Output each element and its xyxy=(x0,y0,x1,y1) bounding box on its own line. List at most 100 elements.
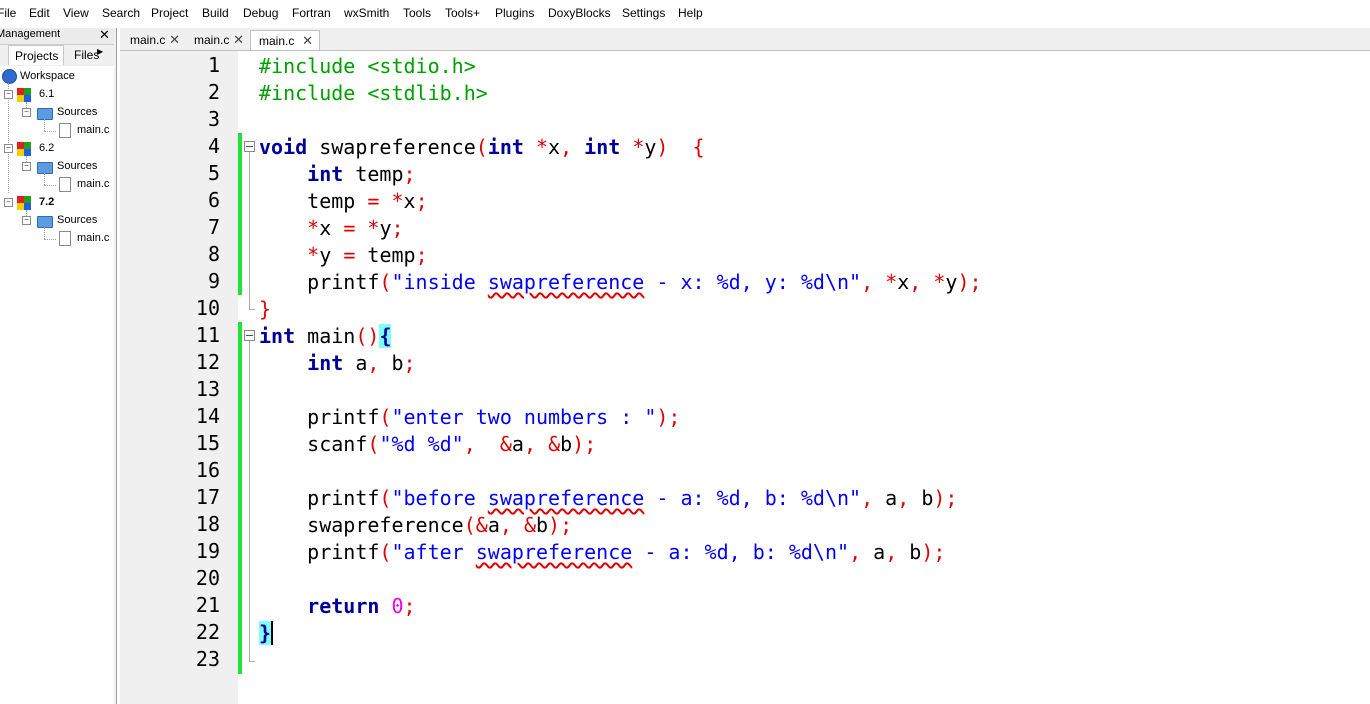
close-icon[interactable]: ✕ xyxy=(169,32,180,48)
menu-edit[interactable]: Edit xyxy=(29,6,50,20)
code-line-8: *y = temp; xyxy=(259,242,427,269)
token: = xyxy=(367,189,380,213)
close-icon[interactable]: ✕ xyxy=(233,32,244,48)
fold-icon[interactable] xyxy=(244,141,255,152)
token: b xyxy=(897,540,922,564)
code-line-7: *x = *y; xyxy=(259,215,403,242)
tab-projects[interactable]: Projects xyxy=(8,45,64,65)
editor-tab-active[interactable]: main.c ✕ xyxy=(250,30,320,50)
menu-file[interactable]: File xyxy=(0,6,16,20)
token: } xyxy=(259,621,272,645)
menu-tools[interactable]: Tools xyxy=(403,6,431,20)
code-line-17: printf("before swapreference - a: %d, b:… xyxy=(259,485,957,512)
token: printf xyxy=(307,405,380,429)
tree-file[interactable]: main.c xyxy=(77,124,109,136)
token: y xyxy=(319,243,344,267)
token: & xyxy=(475,513,488,537)
line-number: 3 xyxy=(207,107,220,131)
tree-folder[interactable]: Sources xyxy=(57,106,97,118)
collapse-icon[interactable]: − xyxy=(4,144,13,153)
code-line-15: scanf("%d %d", &a, &b); xyxy=(259,431,596,458)
token: { xyxy=(668,135,705,159)
token: , xyxy=(367,351,380,375)
close-icon[interactable]: ✕ xyxy=(99,27,110,43)
menu-help[interactable]: Help xyxy=(678,6,703,20)
tree-project-active[interactable]: 7.2 xyxy=(39,196,54,208)
editor-tab[interactable]: main.c ✕ xyxy=(122,30,186,50)
line-number: 17 xyxy=(195,485,220,509)
menu-tools-plus[interactable]: Tools+ xyxy=(445,6,480,20)
tree-project[interactable]: 6.2 xyxy=(39,142,54,154)
collapse-icon[interactable]: − xyxy=(22,216,31,225)
menu-view[interactable]: View xyxy=(63,6,89,20)
tree-workspace[interactable]: Workspace xyxy=(20,70,75,82)
token: * xyxy=(523,135,549,159)
tree-folder[interactable]: Sources xyxy=(57,160,97,172)
menu-build[interactable]: Build xyxy=(202,6,229,20)
project-tree[interactable]: Workspace − 6.1 − Sources main.c − 6.2 −… xyxy=(0,66,114,704)
line-number: 8 xyxy=(207,242,220,266)
token: ( xyxy=(379,405,392,429)
line-number: 18 xyxy=(195,512,220,536)
line-number: 1 xyxy=(207,53,220,77)
line-number: 13 xyxy=(195,377,220,401)
tree-folder[interactable]: Sources xyxy=(57,214,97,226)
token: & xyxy=(548,432,561,456)
token: ( xyxy=(367,432,380,456)
menu-wxsmith[interactable]: wxSmith xyxy=(344,6,389,20)
close-icon[interactable]: ✕ xyxy=(302,33,313,49)
tree-file[interactable]: main.c xyxy=(77,232,109,244)
arrow-right-icon[interactable]: ▶ xyxy=(97,47,103,56)
management-tabs: Projects Files ▶ xyxy=(0,45,114,66)
code-line-9: printf("inside swapreference - x: %d, y:… xyxy=(259,269,982,296)
tab-files[interactable]: Files ▶ xyxy=(68,45,108,65)
fold-line xyxy=(249,309,255,310)
token: b xyxy=(536,513,549,537)
code-editor[interactable]: 1 2 3 4 5 6 7 8 9 10 11 12 13 14 15 16 17 18 19 20 21 22 23 #i… xyxy=(120,51,1370,704)
editor-tab[interactable]: main.c ✕ xyxy=(186,30,250,50)
token: <stdio.h> xyxy=(355,54,476,78)
token: temp xyxy=(343,162,404,186)
token: * xyxy=(367,216,380,240)
menu-search[interactable]: Search xyxy=(102,6,140,20)
collapse-icon[interactable]: − xyxy=(22,162,31,171)
menu-doxyblocks[interactable]: DoxyBlocks xyxy=(548,6,611,20)
collapse-icon[interactable]: − xyxy=(4,198,13,207)
menu-debug[interactable]: Debug xyxy=(243,6,278,20)
line-number: 16 xyxy=(195,458,220,482)
token: ; xyxy=(403,162,416,186)
menu-project[interactable]: Project xyxy=(151,6,188,20)
menu-fortran[interactable]: Fortran xyxy=(292,6,331,20)
collapse-icon[interactable]: − xyxy=(22,108,31,117)
code-line-4: void swapreference(int *x, int *y) { xyxy=(259,134,705,161)
token: * xyxy=(307,216,320,240)
token: ) xyxy=(656,135,669,159)
code-line-10: } xyxy=(259,296,271,323)
menu-plugins[interactable]: Plugins xyxy=(495,6,534,20)
token: scanf xyxy=(307,432,368,456)
collapse-icon[interactable]: − xyxy=(4,90,13,99)
token: main xyxy=(295,324,356,348)
tree-project[interactable]: 6.1 xyxy=(39,88,54,100)
token: - x: %d, y: %d\n" xyxy=(644,270,862,294)
tree-file[interactable]: main.c xyxy=(77,178,109,190)
token: int xyxy=(307,162,344,186)
change-marker xyxy=(238,133,242,295)
fold-icon[interactable] xyxy=(244,330,255,341)
token: ; xyxy=(415,189,428,213)
token: ; xyxy=(969,270,982,294)
token: ; xyxy=(584,432,597,456)
menu-settings[interactable]: Settings xyxy=(622,6,665,20)
token: 0 xyxy=(391,594,404,618)
token: , xyxy=(897,486,910,510)
